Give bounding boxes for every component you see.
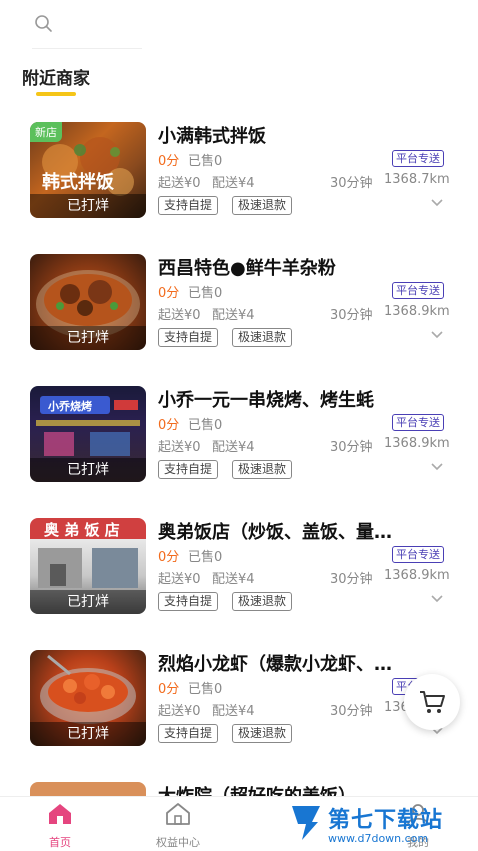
delivery-time: 30分钟 [330,572,373,587]
min-order: 起送¥0 [158,176,201,191]
shop-sold-count: 已售0 [188,418,223,433]
shop-rating: 0分 [158,286,180,301]
tag-fast-refund: 极速退款 [232,196,293,215]
platform-delivery-badge: 平台专送 [392,546,444,563]
delivery-fee: 配送¥4 [212,704,255,719]
cart-icon [420,691,445,713]
chevron-down-icon[interactable] [430,462,444,472]
shop-name[interactable]: 小乔一元一串烧烤、烤生蚝 [158,386,438,412]
shop-thumbnail: 韩式拌饭 新店 已打烊 [30,122,146,218]
delivery-time: 30分钟 [330,704,373,719]
watermark: 第七下载站 www.d7down.com [290,800,478,850]
shop-sold-count: 已售0 [188,682,223,697]
shop-rating: 0分 [158,550,180,565]
tag-self-pickup: 支持自提 [158,724,219,743]
shop-distance: 1368.9km [384,568,450,583]
closed-status: 已打烊 [30,722,146,746]
tag-self-pickup: 支持自提 [158,460,219,479]
tab-benefits-label: 权益中心 [156,836,200,849]
shop-thumbnail: 已打烊 [30,650,146,746]
shop-thumbnail-partial [30,782,146,796]
delivery-time: 30分钟 [330,440,373,455]
tag-self-pickup: 支持自提 [158,196,219,215]
chevron-down-icon[interactable] [430,330,444,340]
tag-fast-refund: 极速退款 [232,592,293,611]
tab-benefits[interactable]: 权益中心 [138,797,218,850]
closed-status: 已打烊 [30,458,146,482]
chevron-down-icon[interactable] [430,594,444,604]
shop-thumbnail: 奥 弟 饭 店 已打烊 [30,518,146,614]
shop-name[interactable]: 西昌特色●鲜牛羊杂粉 [158,254,438,280]
tag-fast-refund: 极速退款 [232,328,293,347]
min-order: 起送¥0 [158,308,201,323]
watermark-logo-icon [292,806,320,840]
shop-thumbnail: 已打烊 [30,254,146,350]
closed-status: 已打烊 [30,590,146,614]
shop-thumbnail: 小乔烧烤 已打烊 [30,386,146,482]
tag-self-pickup: 支持自提 [158,592,219,611]
min-order: 起送¥0 [158,704,201,719]
tag-fast-refund: 极速退款 [232,460,293,479]
svg-text:奥 弟 饭 店: 奥 弟 饭 店 [44,521,120,539]
platform-delivery-badge: 平台专送 [392,282,444,299]
delivery-fee: 配送¥4 [212,308,255,323]
home-icon [49,804,71,824]
shop-list: 韩式拌饭 新店 已打烊 小满韩式拌饭 0分 已售0 平台专送 起送¥0 配送¥4… [0,118,478,778]
svg-text:韩式拌饭: 韩式拌饭 [42,171,114,193]
shop-distance: 1368.7km [384,172,450,187]
shop-name[interactable]: 烈焰小龙虾（爆款小龙虾、… [158,650,438,676]
delivery-time: 30分钟 [330,308,373,323]
tag-fast-refund: 极速退款 [232,724,293,743]
shop-card[interactable]: 奥 弟 饭 店 已打烊 奥弟饭店（炒饭、盖饭、量… 0分 已售0 平台专送 起送… [0,514,478,646]
shop-distance: 1368.9km [384,436,450,451]
search-icon[interactable] [34,14,54,34]
shop-rating: 0分 [158,418,180,433]
watermark-text: 第七下载站 [328,808,444,833]
shop-name[interactable]: 小满韩式拌饭 [158,122,438,148]
section-title-underline [36,92,76,96]
shop-sold-count: 已售0 [188,550,223,565]
cart-button[interactable] [404,674,460,730]
house-outline-icon [166,803,190,825]
delivery-time: 30分钟 [330,176,373,191]
delivery-fee: 配送¥4 [212,572,255,587]
shop-sold-count: 已售0 [188,286,223,301]
closed-status: 已打烊 [30,326,146,350]
watermark-url: www.d7down.com [328,832,429,845]
delivery-fee: 配送¥4 [212,176,255,191]
new-shop-badge: 新店 [30,122,62,142]
tag-self-pickup: 支持自提 [158,328,219,347]
shop-card[interactable]: 已打烊 西昌特色●鲜牛羊杂粉 0分 已售0 平台专送 起送¥0 配送¥4 30分… [0,250,478,382]
shop-name[interactable]: 奥弟饭店（炒饭、盖饭、量… [158,518,438,544]
delivery-fee: 配送¥4 [212,440,255,455]
svg-text:小乔烧烤: 小乔烧烤 [47,399,92,413]
chevron-down-icon[interactable] [430,198,444,208]
search-divider [32,48,142,49]
tab-home-label: 首页 [49,836,71,849]
shop-distance: 1368.9km [384,304,450,319]
shop-rating: 0分 [158,682,180,697]
min-order: 起送¥0 [158,440,201,455]
platform-delivery-badge: 平台专送 [392,414,444,431]
shop-card[interactable]: 小乔烧烤 已打烊 小乔一元一串烧烤、烤生蚝 0分 已售0 平台专送 起送¥0 配… [0,382,478,514]
section-title: 附近商家 [22,69,90,89]
min-order: 起送¥0 [158,572,201,587]
shop-sold-count: 已售0 [188,154,223,169]
tab-home[interactable]: 首页 [20,797,100,850]
platform-delivery-badge: 平台专送 [392,150,444,167]
shop-card[interactable]: 韩式拌饭 新店 已打烊 小满韩式拌饭 0分 已售0 平台专送 起送¥0 配送¥4… [0,118,478,250]
shop-rating: 0分 [158,154,180,169]
closed-status: 已打烊 [30,194,146,218]
